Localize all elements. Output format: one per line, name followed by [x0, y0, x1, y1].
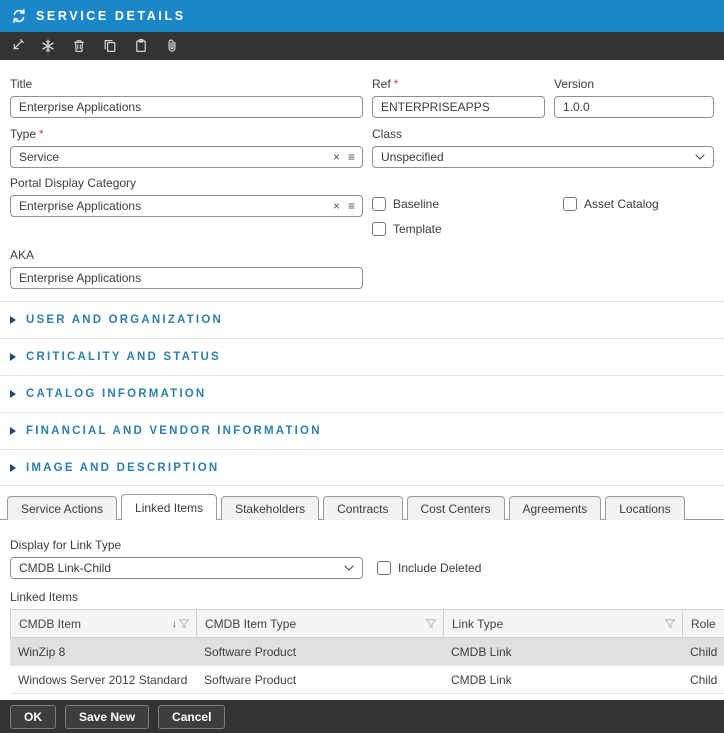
- tab-stakeholders[interactable]: Stakeholders: [221, 496, 319, 520]
- ref-input[interactable]: [372, 96, 545, 118]
- column-header-cmdb-item-type[interactable]: CMDB Item Type: [197, 610, 444, 637]
- chevron-down-icon: [344, 565, 354, 571]
- portal-display-category-label: Portal Display Category: [10, 176, 363, 191]
- title-label: Title: [10, 77, 363, 92]
- filter-funnel-icon[interactable]: [178, 618, 190, 630]
- template-label: Template: [393, 222, 442, 236]
- cancel-button[interactable]: Cancel: [158, 705, 225, 729]
- section-label: FINANCIAL AND VENDOR INFORMATION: [26, 425, 322, 437]
- template-checkbox[interactable]: Template: [372, 222, 554, 236]
- ref-label: Ref: [372, 77, 391, 91]
- form-area: Title Ref* Version Type* × ≡ Class: [0, 77, 724, 722]
- asset-catalog-label: Asset Catalog: [584, 197, 659, 211]
- checkbox-column-2: Asset Catalog: [563, 176, 714, 236]
- expand-arrow-icon: [10, 464, 16, 472]
- toolbar: [0, 32, 724, 60]
- refresh-icon[interactable]: [11, 8, 27, 24]
- collapsible-sections: USER AND ORGANIZATION CRITICALITY AND ST…: [0, 301, 724, 486]
- include-deleted-checkbox[interactable]: Include Deleted: [377, 561, 481, 575]
- dock-icon[interactable]: [5, 34, 29, 58]
- chevron-down-icon: [695, 154, 705, 160]
- aka-input[interactable]: [10, 267, 363, 289]
- section-financial-and-vendor-information[interactable]: FINANCIAL AND VENDOR INFORMATION: [0, 412, 724, 449]
- section-criticality-and-status[interactable]: CRITICALITY AND STATUS: [0, 338, 724, 375]
- checkbox-box[interactable]: [372, 197, 386, 211]
- display-for-link-type-label: Display for Link Type: [10, 538, 714, 553]
- section-label: IMAGE AND DESCRIPTION: [26, 462, 219, 474]
- clear-icon[interactable]: ×: [333, 200, 340, 212]
- title-field-group: Title: [10, 77, 363, 118]
- version-field-group: Version: [554, 77, 714, 118]
- link-type-select[interactable]: CMDB Link-Child: [10, 557, 363, 579]
- copy-icon[interactable]: [98, 34, 122, 58]
- tab-strip: Service Actions Linked Items Stakeholder…: [0, 493, 724, 520]
- browse-icon[interactable]: ≡: [348, 200, 355, 212]
- version-input[interactable]: [554, 96, 714, 118]
- expand-arrow-icon: [10, 316, 16, 324]
- checkbox-box[interactable]: [563, 197, 577, 211]
- expand-arrow-icon: [10, 353, 16, 361]
- version-label: Version: [554, 77, 714, 92]
- table-row[interactable]: Windows Server 2012 Standard Software Pr…: [10, 666, 724, 694]
- column-header-link-type[interactable]: Link Type: [444, 610, 683, 637]
- tab-locations[interactable]: Locations: [605, 496, 684, 520]
- checkbox-box[interactable]: [372, 222, 386, 236]
- column-header-cmdb-item[interactable]: CMDB Item ↓: [11, 610, 197, 637]
- sort-desc-icon: ↓: [172, 618, 178, 630]
- filter-funnel-icon[interactable]: [664, 618, 676, 630]
- required-marker: *: [39, 127, 44, 141]
- footer-bar: OK Save New Cancel: [0, 700, 724, 733]
- save-new-button[interactable]: Save New: [65, 705, 149, 729]
- paste-icon[interactable]: [129, 34, 153, 58]
- portal-display-category-group: Portal Display Category × ≡: [10, 176, 363, 236]
- linked-items-panel: Display for Link Type CMDB Link-Child In…: [0, 538, 724, 605]
- linked-items-table-title: Linked Items: [10, 590, 714, 605]
- window-header: SERVICE DETAILS: [0, 0, 724, 32]
- checkbox-box[interactable]: [377, 561, 391, 575]
- table-header-row: CMDB Item ↓ CMDB Item Type Link Type Ro: [10, 609, 724, 638]
- column-header-role[interactable]: Role: [683, 610, 724, 637]
- baseline-checkbox[interactable]: Baseline: [372, 197, 554, 211]
- filter-funnel-icon[interactable]: [425, 618, 437, 630]
- section-label: CRITICALITY AND STATUS: [26, 351, 221, 363]
- page-title: SERVICE DETAILS: [36, 9, 186, 23]
- type-field-group: Type* × ≡: [10, 127, 363, 168]
- attachment-icon[interactable]: [160, 34, 184, 58]
- class-select[interactable]: Unspecified: [372, 146, 714, 168]
- browse-icon[interactable]: ≡: [348, 151, 355, 163]
- section-label: CATALOG INFORMATION: [26, 388, 206, 400]
- expand-arrow-icon: [10, 427, 16, 435]
- class-field-group: Class Unspecified: [372, 127, 714, 168]
- section-user-and-organization[interactable]: USER AND ORGANIZATION: [0, 301, 724, 338]
- class-label: Class: [372, 127, 714, 142]
- section-label: USER AND ORGANIZATION: [26, 314, 223, 326]
- class-select-value: Unspecified: [381, 150, 444, 164]
- table-row[interactable]: WinZip 8 Software Product CMDB Link Chil…: [10, 638, 724, 666]
- ref-field-group: Ref*: [372, 77, 545, 118]
- baseline-label: Baseline: [393, 197, 439, 211]
- checkbox-column-1: Baseline Template: [372, 176, 554, 236]
- required-marker: *: [394, 77, 399, 91]
- clear-icon[interactable]: ×: [333, 151, 340, 163]
- tab-agreements[interactable]: Agreements: [509, 496, 602, 520]
- type-input[interactable]: [10, 146, 363, 168]
- freeze-icon[interactable]: [36, 34, 60, 58]
- include-deleted-label: Include Deleted: [398, 561, 481, 575]
- tab-contracts[interactable]: Contracts: [323, 496, 402, 520]
- tab-linked-items[interactable]: Linked Items: [121, 494, 217, 520]
- aka-label: AKA: [10, 248, 363, 263]
- ok-button[interactable]: OK: [10, 705, 56, 729]
- title-input[interactable]: [10, 96, 363, 118]
- section-catalog-information[interactable]: CATALOG INFORMATION: [0, 375, 724, 412]
- expand-arrow-icon: [10, 390, 16, 398]
- tab-cost-centers[interactable]: Cost Centers: [407, 496, 505, 520]
- portal-display-category-input[interactable]: [10, 195, 363, 217]
- delete-icon[interactable]: [67, 34, 91, 58]
- asset-catalog-checkbox[interactable]: Asset Catalog: [563, 197, 714, 211]
- tab-service-actions[interactable]: Service Actions: [7, 496, 117, 520]
- link-type-select-value: CMDB Link-Child: [19, 561, 111, 575]
- aka-field-group: AKA: [10, 248, 363, 289]
- type-label: Type: [10, 127, 36, 141]
- section-image-and-description[interactable]: IMAGE AND DESCRIPTION: [0, 449, 724, 486]
